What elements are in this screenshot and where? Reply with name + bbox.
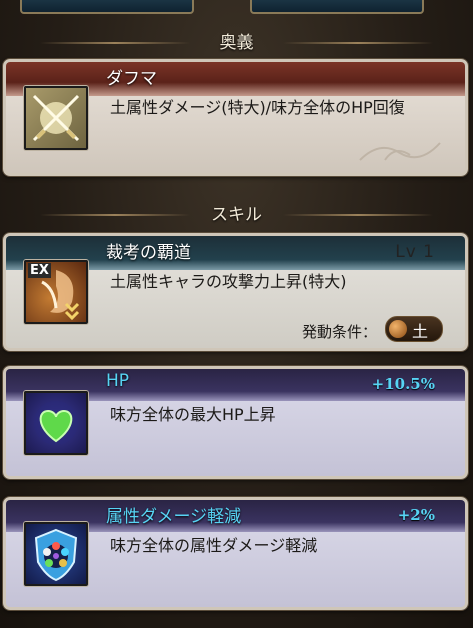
- top-tab-right[interactable]: [250, 0, 424, 14]
- ougi-card[interactable]: ダフマ 土属性ダメージ(特大)/味方全体のHP回復: [3, 59, 468, 176]
- ougi-section-header: 奥義: [0, 30, 473, 56]
- divider: [283, 214, 433, 216]
- green-heart-icon: [24, 391, 88, 455]
- earth-element-icon: [389, 320, 407, 338]
- skill-level: Lv 1: [395, 242, 435, 262]
- top-tab-bar: [0, 0, 473, 14]
- aura-description: 味方全体の属性ダメージ軽減: [110, 536, 318, 555]
- divider: [40, 42, 190, 44]
- section-title: スキル: [211, 205, 262, 225]
- aura-name: HP: [106, 371, 130, 391]
- section-title: 奥義: [219, 33, 254, 53]
- condition-label: 発動条件：: [301, 323, 377, 341]
- ougi-name: ダフマ: [106, 69, 157, 89]
- ex-skill-icon: EX: [24, 260, 88, 324]
- ougi-description: 土属性ダメージ(特大)/味方全体のHP回復: [110, 98, 405, 117]
- skill-name: 裁考の覇道: [106, 243, 191, 263]
- condition-badge: 土: [385, 316, 443, 342]
- condition-value: 土: [412, 322, 429, 341]
- divider: [40, 214, 190, 216]
- top-tab-left[interactable]: [20, 0, 194, 14]
- ornament-icon: [359, 142, 441, 161]
- skill-section-header: スキル: [0, 202, 473, 228]
- crossed-swords-icon: [24, 86, 88, 150]
- aura-bonus: +2%: [397, 506, 435, 524]
- divider: [283, 42, 433, 44]
- skill-card[interactable]: 裁考の覇道 Lv 1 EX 土属性キャラの攻撃力上昇(特大) 発動条件： 土: [3, 233, 468, 351]
- shield-orbs-icon: [24, 522, 88, 586]
- ex-badge: EX: [28, 263, 51, 278]
- aura-description: 味方全体の最大HP上昇: [110, 405, 276, 424]
- skill-description: 土属性キャラの攻撃力上昇(特大): [110, 272, 347, 291]
- aura-card-hp[interactable]: HP +10.5% 味方全体の最大HP上昇: [3, 366, 468, 479]
- aura-card-element-reduction[interactable]: 属性ダメージ軽減 +2% 味方全体の属性ダメージ軽減: [3, 497, 468, 610]
- aura-name: 属性ダメージ軽減: [106, 507, 242, 527]
- aura-bonus: +10.5%: [371, 375, 435, 393]
